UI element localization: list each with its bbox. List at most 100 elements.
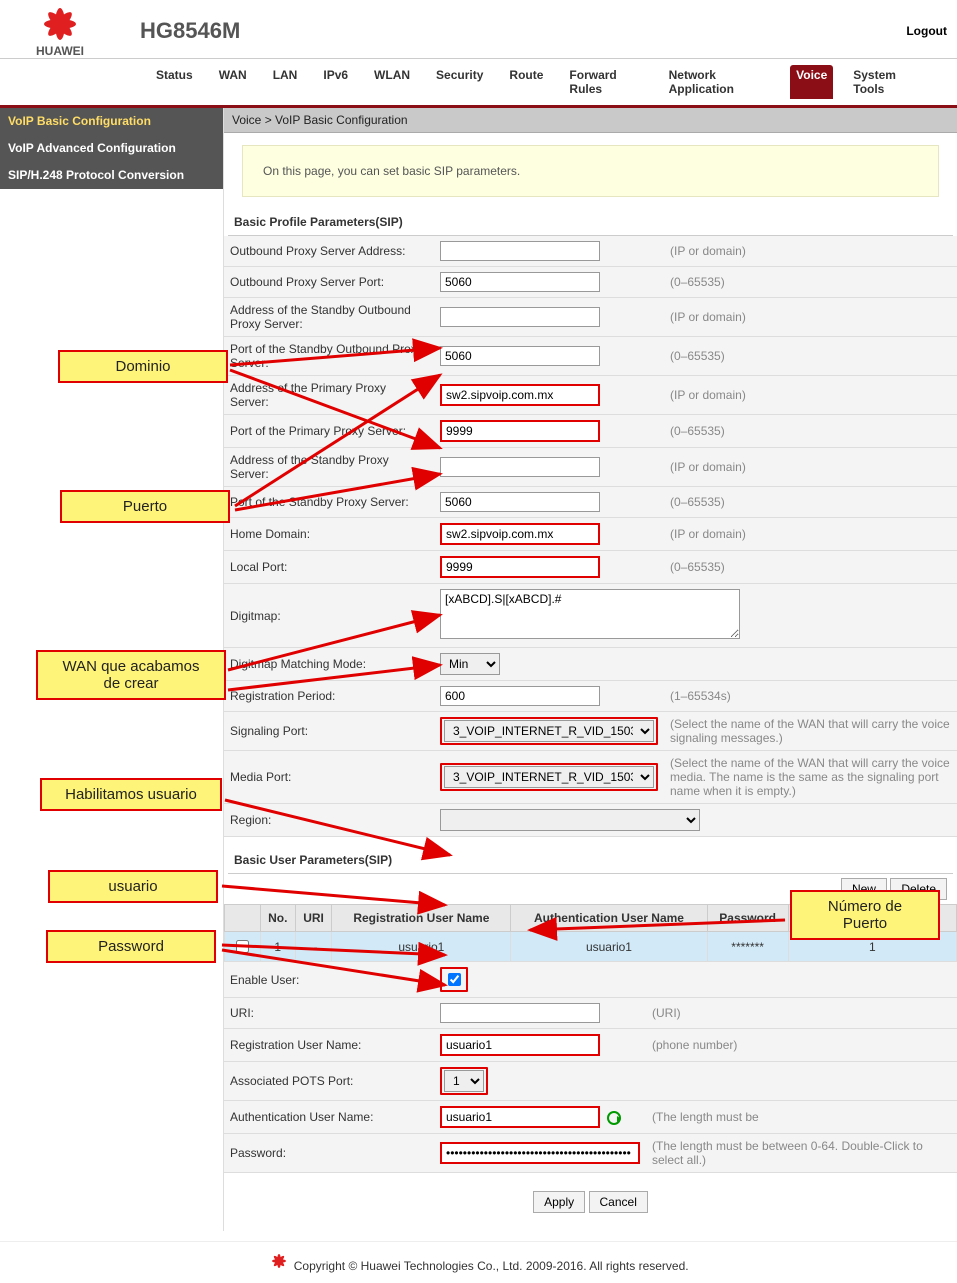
huawei-flower-icon [33,4,88,44]
delete-button[interactable]: Delete [890,878,947,900]
primary-port-label: Port of the Primary Proxy Server: [224,415,434,448]
tab-lan[interactable]: LAN [267,65,304,99]
auth-user-label: Authentication User Name: [224,1101,434,1134]
cell-auth: usuario1 [511,932,707,962]
uri-label: URI: [224,998,434,1029]
tab-forward-rules[interactable]: Forward Rules [563,65,648,99]
standby-out-port-label: Port of the Standby Outbound Proxy Serve… [224,337,434,376]
cell-pwd: ******* [707,932,788,962]
reg-period-label: Registration Period: [224,681,434,712]
new-button[interactable]: New [841,878,887,900]
footer: Copyright © Huawei Technologies Co., Ltd… [0,1241,957,1283]
out-proxy-addr-label: Outbound Proxy Server Address: [224,236,434,267]
primary-addr-input[interactable] [440,384,600,406]
standby-out-addr-input[interactable] [440,307,600,327]
tab-ipv6[interactable]: IPv6 [317,65,354,99]
reg-user-label: Registration User Name: [224,1029,434,1062]
sidebar-item-2[interactable]: SIP/H.248 Protocol Conversion [0,162,223,189]
sidebar: VoIP Basic ConfigurationVoIP Advanced Co… [0,108,224,1231]
sidebar-item-0[interactable]: VoIP Basic Configuration [0,108,223,135]
signaling-label: Signaling Port: [224,712,434,751]
user-th: URI [295,905,332,932]
user-detail-table: Enable User: URI: (URI) Registration Use… [224,962,957,1173]
user-th: Associated POTS Port [788,905,956,932]
standby-proxy-port-input[interactable] [440,492,600,512]
home-domain-input[interactable] [440,523,600,545]
cancel-button[interactable]: Cancel [589,1191,648,1213]
user-row-checkbox[interactable] [236,940,249,953]
out-proxy-port-label: Outbound Proxy Server Port: [224,267,434,298]
pwd-label: Password: [224,1134,434,1173]
info-banner: On this page, you can set basic SIP para… [242,145,939,197]
tab-wlan[interactable]: WLAN [368,65,416,99]
tab-status[interactable]: Status [150,65,199,99]
standby-out-addr-label: Address of the Standby Outbound Proxy Se… [224,298,434,337]
top-tabs: Status WAN LAN IPv6 WLAN Security Route Forward… [0,59,957,108]
primary-port-input[interactable] [440,420,600,442]
pots-label: Associated POTS Port: [224,1062,434,1101]
form-actions: Apply Cancel [224,1183,957,1221]
cell-reg: usuario1 [332,932,511,962]
tab-system-tools[interactable]: System Tools [847,65,927,99]
model-title: HG8546M [140,18,240,44]
section-profile-title: Basic Profile Parameters(SIP) [228,209,953,236]
uri-input[interactable] [440,1003,600,1023]
primary-addr-label: Address of the Primary Proxy Server: [224,376,434,415]
standby-proxy-port-label: Port of the Standby Proxy Server: [224,487,434,518]
local-port-input[interactable] [440,556,600,578]
cell-no: 1 [260,932,295,962]
user-th: No. [260,905,295,932]
user-buttons: New Delete [224,874,957,904]
signaling-select[interactable]: 3_VOIP_INTERNET_R_VID_1503 [444,720,654,742]
enable-user-label: Enable User: [224,962,434,998]
auth-user-input[interactable] [440,1106,600,1128]
region-select[interactable] [440,809,700,831]
pots-select[interactable]: 1 [444,1070,484,1092]
section-user-title: Basic User Parameters(SIP) [228,847,953,874]
home-domain-label: Home Domain: [224,518,434,551]
digitmap-textarea[interactable]: [xABCD].S|[xABCD].# [440,589,740,639]
reg-period-input[interactable] [440,686,600,706]
digitmap-mode-select[interactable]: Min [440,653,500,675]
apply-button[interactable]: Apply [533,1191,585,1213]
tab-voice[interactable]: Voice [790,65,833,99]
sidebar-item-1[interactable]: VoIP Advanced Configuration [0,135,223,162]
hint-port: (0–65535) [664,267,957,298]
digitmap-mode-label: Digitmap Matching Mode: [224,648,434,681]
cell-uri: -- [295,932,332,962]
user-th: Registration User Name [332,905,511,932]
media-label: Media Port: [224,751,434,804]
local-port-label: Local Port: [224,551,434,584]
media-select[interactable]: 3_VOIP_INTERNET_R_VID_1503 [444,766,654,788]
standby-out-port-input[interactable] [440,346,600,366]
tab-network-application[interactable]: Network Application [663,65,777,99]
region-label: Region: [224,804,434,837]
tab-route[interactable]: Route [503,65,549,99]
standby-proxy-addr-input[interactable] [440,457,600,477]
reg-user-input[interactable] [440,1034,600,1056]
tab-security[interactable]: Security [430,65,489,99]
user-th: Password [707,905,788,932]
brand-logo: HUAWEI [10,4,110,58]
header-bar: HUAWEI HG8546M Logout [0,0,957,59]
profile-params-table: Outbound Proxy Server Address: (IP or do… [224,236,957,837]
enable-user-checkbox[interactable] [448,973,461,986]
digitmap-label: Digitmap: [224,584,434,648]
pwd-input[interactable] [440,1142,640,1164]
huawei-flower-icon-small [268,1252,290,1270]
out-proxy-port-input[interactable] [440,272,600,292]
logout-link[interactable]: Logout [906,24,947,38]
user-th: Authentication User Name [511,905,707,932]
user-table: No.URIRegistration User NameAuthenticati… [224,904,957,962]
brand-text: HUAWEI [36,44,84,58]
user-row-1[interactable]: 1 -- usuario1 usuario1 ******* 1 [225,932,957,962]
footer-text: Copyright © Huawei Technologies Co., Ltd… [294,1259,689,1273]
user-th [225,905,261,932]
standby-proxy-addr-label: Address of the Standby Proxy Server: [224,448,434,487]
hint-ip: (IP or domain) [664,236,957,267]
tab-wan[interactable]: WAN [213,65,253,99]
refresh-icon[interactable] [607,1111,621,1125]
breadcrumb: Voice > VoIP Basic Configuration [224,108,957,133]
main-panel: Voice > VoIP Basic Configuration On this… [224,108,957,1231]
out-proxy-addr-input[interactable] [440,241,600,261]
